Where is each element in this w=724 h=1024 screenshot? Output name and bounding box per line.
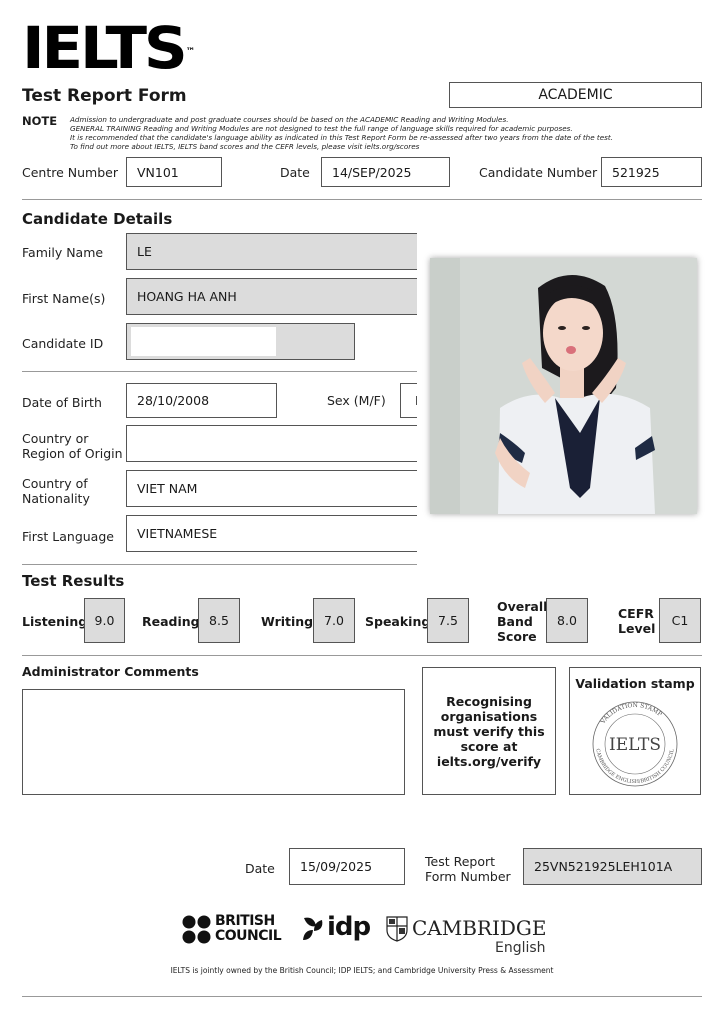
- candidate-id-label: Candidate ID: [22, 336, 104, 351]
- idp-mark-icon: [303, 917, 323, 940]
- trf-number-label: Test Report Form Number: [425, 854, 511, 884]
- listening-score: 9.0: [84, 598, 125, 643]
- reading-score: 8.5: [198, 598, 240, 643]
- test-results-heading: Test Results: [22, 572, 125, 590]
- stamp-center-text: IELTS: [609, 735, 661, 755]
- candidate-id-redaction: [131, 327, 276, 356]
- logo-text: IELTS: [22, 14, 188, 82]
- writing-score: 7.0: [313, 598, 355, 643]
- test-date-label: Date: [280, 165, 310, 180]
- overall-band-label: Overall Band Score: [497, 599, 547, 644]
- cambridge-shield-icon: [386, 916, 408, 942]
- footer-ownership-text: IELTS is jointly owned by the British Co…: [170, 966, 554, 975]
- cambridge-english-logo: CAMBRIDGE English: [386, 916, 547, 958]
- ielts-logo: IELTS ™: [22, 19, 195, 77]
- note-label: NOTE: [22, 114, 58, 128]
- label-line: CEFR: [618, 606, 654, 621]
- issue-date-field: 15/09/2025: [289, 848, 405, 885]
- label-line: Overall: [497, 599, 548, 614]
- footer-divider: [22, 996, 702, 997]
- validation-stamp-box: Validation stamp VALIDATION STAMP CAMBRI…: [569, 667, 701, 795]
- reading-label: Reading: [142, 614, 200, 629]
- label-line: Score: [497, 629, 537, 644]
- admin-comments-box: [22, 689, 405, 795]
- label-line: Nationality: [22, 491, 90, 506]
- idp-text: idp: [327, 912, 371, 942]
- english-text: English: [495, 940, 546, 956]
- label-line: Form Number: [425, 869, 511, 884]
- bc-line: BRITISH: [215, 913, 275, 929]
- dob-field: 28/10/2008: [126, 383, 277, 418]
- first-name-field: HOANG HA ANH: [126, 278, 417, 315]
- form-title: Test Report Form: [22, 86, 187, 106]
- divider: [22, 199, 702, 200]
- note-text: Admission to undergraduate and post grad…: [70, 115, 690, 151]
- bc-line: COUNCIL: [215, 928, 282, 944]
- validation-stamp-title: Validation stamp: [575, 676, 695, 691]
- family-name-field: LE: [126, 233, 417, 270]
- trf-number-field: 25VN521925LEH101A: [523, 848, 702, 885]
- label-line: Region of Origin: [22, 446, 123, 461]
- candidate-number-label: Candidate Number: [479, 165, 598, 180]
- nationality-field: VIET NAM: [126, 470, 417, 507]
- issue-date-label: Date: [245, 861, 275, 876]
- label-line: Country or: [22, 431, 89, 446]
- sex-field: F: [400, 383, 417, 418]
- module-box: ACADEMIC: [449, 82, 702, 108]
- nationality-label: Country of Nationality: [22, 476, 90, 506]
- cambridge-text: CAMBRIDGE: [412, 916, 547, 940]
- country-origin-field: [126, 425, 417, 462]
- candidate-id-field: [126, 323, 355, 360]
- family-name-label: Family Name: [22, 245, 104, 260]
- label-line: Level: [618, 621, 656, 636]
- note-line: Admission to undergraduate and post grad…: [70, 115, 509, 124]
- trademark-symbol: ™: [185, 47, 196, 57]
- sex-label: Sex (M/F): [327, 393, 386, 408]
- first-name-label: First Name(s): [22, 291, 106, 306]
- note-line: GENERAL TRAINING Reading and Writing Mod…: [70, 124, 573, 133]
- candidate-number-field: 521925: [601, 157, 702, 187]
- british-council-text: BRITISH COUNCIL: [215, 913, 282, 944]
- overall-band-score: 8.0: [546, 598, 588, 643]
- listening-label: Listening: [22, 614, 88, 629]
- label-line: Country of: [22, 476, 88, 491]
- british-council-dots-icon: [182, 915, 211, 944]
- label-line: Band: [497, 614, 533, 629]
- cefr-level-value: C1: [659, 598, 701, 643]
- test-date-field: 14/SEP/2025: [321, 157, 450, 187]
- verify-notice: Recognising organisations must verify th…: [422, 667, 556, 795]
- note-line: To find out more about IELTS, IELTS band…: [70, 142, 420, 151]
- photo-illustration: [430, 258, 697, 514]
- note-line: It is recommended that the candidate's l…: [70, 133, 613, 142]
- speaking-label: Speaking: [365, 614, 431, 629]
- cefr-level-label: CEFR Level: [618, 606, 655, 636]
- label-line: Test Report: [425, 854, 496, 869]
- divider: [22, 564, 417, 565]
- centre-number-label: Centre Number: [22, 165, 118, 180]
- speaking-score: 7.5: [427, 598, 469, 643]
- centre-number-field: VN101: [126, 157, 222, 187]
- first-language-label: First Language: [22, 529, 114, 544]
- first-language-field: VIETNAMESE: [126, 515, 417, 552]
- british-council-logo: BRITISH COUNCIL: [182, 914, 282, 946]
- dob-label: Date of Birth: [22, 395, 102, 410]
- divider: [22, 371, 417, 372]
- candidate-details-heading: Candidate Details: [22, 210, 173, 228]
- divider: [22, 655, 702, 656]
- writing-label: Writing: [261, 614, 314, 629]
- admin-comments-heading: Administrator Comments: [22, 664, 199, 679]
- idp-logo: idp: [300, 912, 371, 946]
- country-origin-label: Country or Region of Origin: [22, 431, 123, 461]
- validation-stamp-seal: VALIDATION STAMP CAMBRIDGE ENGLISH/BRITI…: [592, 701, 678, 787]
- candidate-photo: [430, 258, 697, 514]
